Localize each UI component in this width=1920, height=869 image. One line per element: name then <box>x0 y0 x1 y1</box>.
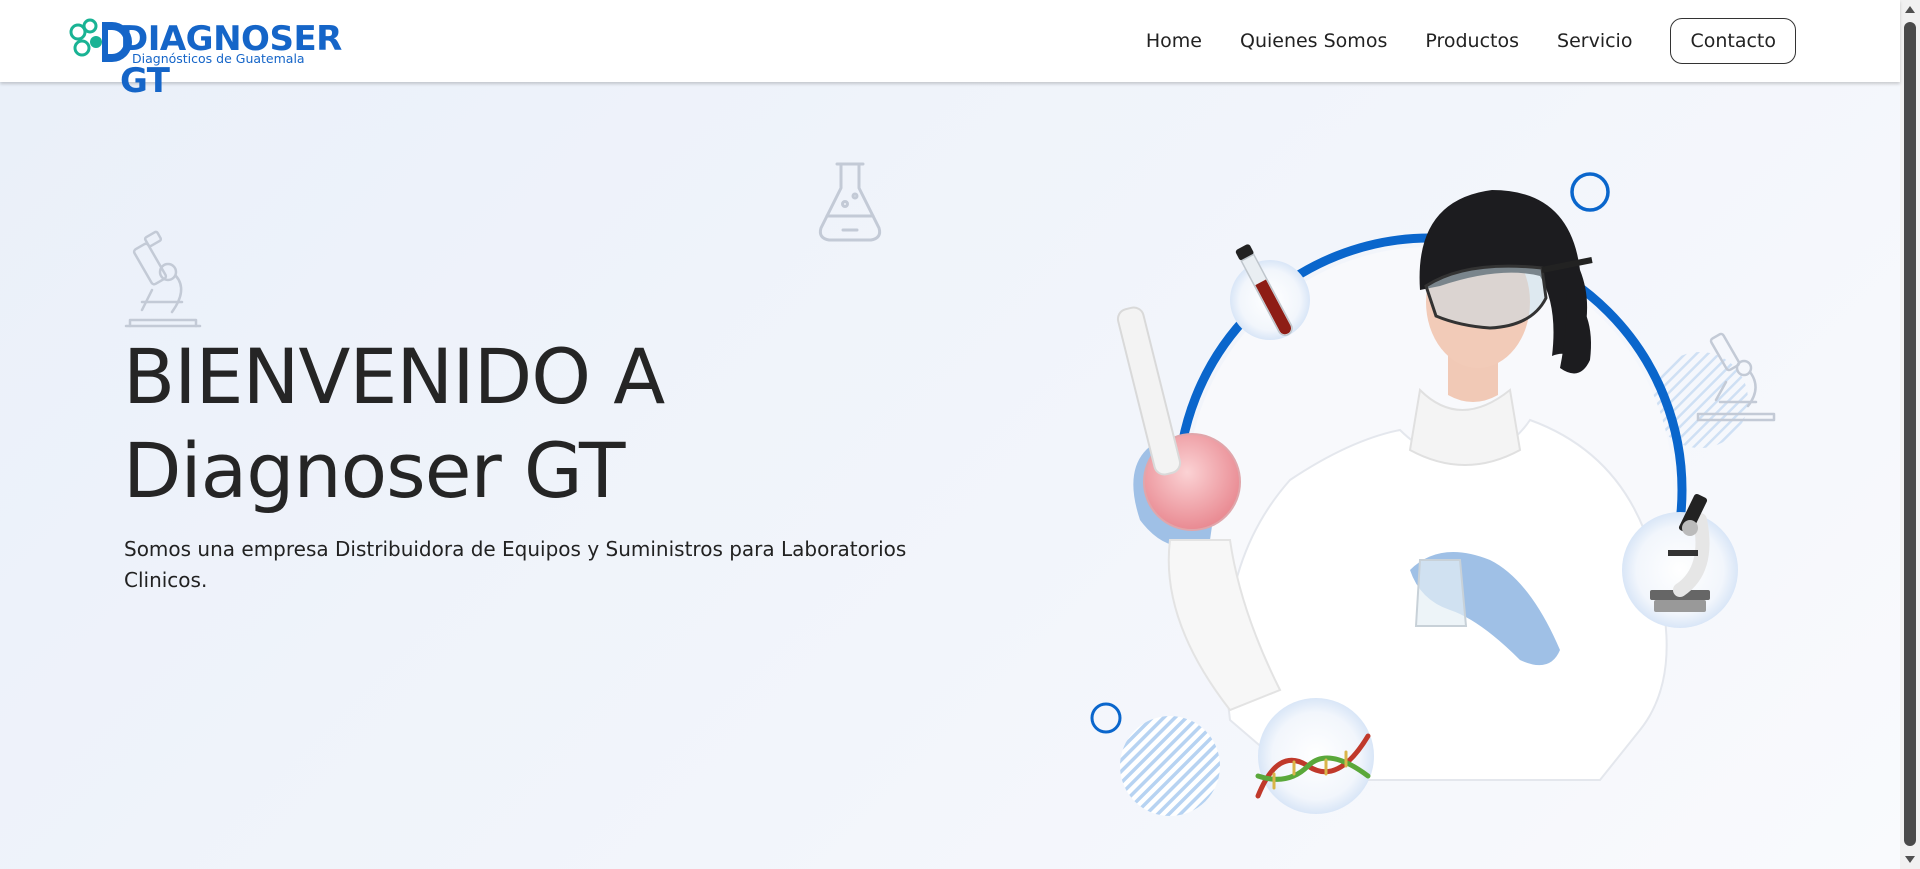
contacto-button[interactable]: Contacto <box>1670 18 1796 64</box>
scroll-thumb[interactable] <box>1904 22 1916 846</box>
flask-icon <box>818 162 882 242</box>
hero-section: BIENVENIDO A Diagnoser GT Somos una empr… <box>0 82 1900 869</box>
scroll-up-arrow-icon[interactable] <box>1905 6 1915 13</box>
test-tube-bubble <box>1230 244 1310 340</box>
scrollbar[interactable] <box>1900 0 1920 869</box>
hero-title-line2: Diagnoser GT <box>123 426 625 515</box>
hero-title-line1: BIENVENIDO A <box>123 332 665 421</box>
nav-servicio[interactable]: Servicio <box>1557 30 1632 52</box>
deco-ring <box>1570 172 1610 212</box>
logo-subtitle: Diagnósticos de Guatemala <box>132 51 305 66</box>
nav-home[interactable]: Home <box>1146 30 1202 52</box>
site-header: DIAGNOSER GT Diagnósticos de Guatemala H… <box>0 0 1900 101</box>
striped-circle <box>1120 716 1220 816</box>
scroll-down-arrow-icon[interactable] <box>1905 856 1915 863</box>
hero-title: BIENVENIDO A Diagnoser GT <box>123 330 665 518</box>
nav-quienes-somos[interactable]: Quienes Somos <box>1240 30 1387 52</box>
logo[interactable]: DIAGNOSER GT Diagnósticos de Guatemala <box>68 18 368 101</box>
microscope-icon <box>124 230 202 328</box>
dna-bubble <box>1255 698 1374 814</box>
hero-description: Somos una empresa Distribuidora de Equip… <box>124 537 907 592</box>
main-nav: Home Quienes Somos Productos Servicio Co… <box>1108 17 1796 65</box>
hero-illustration <box>1090 172 1776 816</box>
nav-productos[interactable]: Productos <box>1425 30 1519 52</box>
